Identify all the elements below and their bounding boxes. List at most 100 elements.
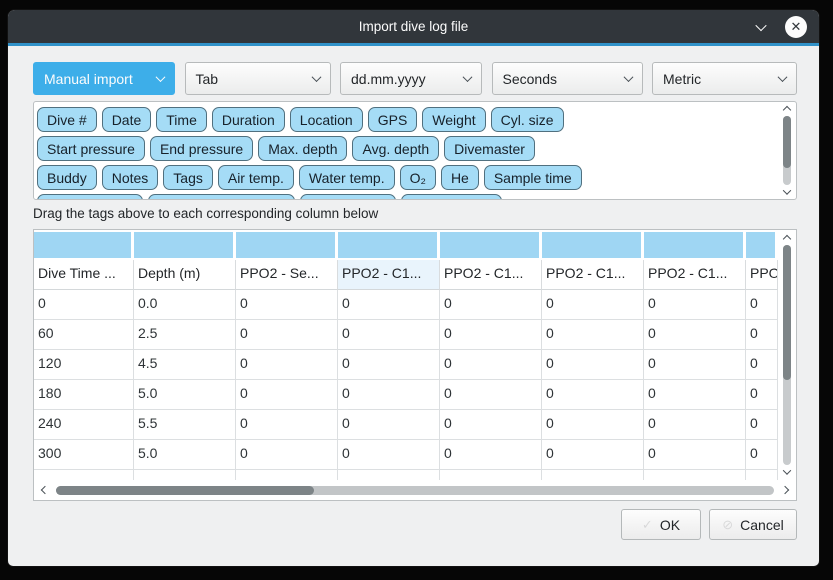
scrollbar-thumb[interactable] bbox=[783, 245, 791, 380]
cancel-button[interactable]: ⊘ Cancel bbox=[709, 509, 797, 540]
chevron-down-icon bbox=[463, 72, 473, 82]
tag-dive[interactable]: Dive # bbox=[37, 107, 97, 132]
drop-target-cell[interactable] bbox=[746, 232, 778, 258]
scroll-left-icon[interactable] bbox=[40, 486, 50, 495]
tag-sample-depth[interactable]: Sample depth bbox=[37, 194, 143, 200]
import-options-row: Manual import Tab dd.mm.yyyy Seconds Metric bbox=[33, 62, 797, 95]
tag-o[interactable]: O₂ bbox=[400, 165, 436, 190]
tag-time[interactable]: Time bbox=[156, 107, 207, 132]
window-shade-button[interactable] bbox=[753, 19, 769, 35]
tag-he[interactable]: He bbox=[441, 165, 479, 190]
table-row: 1805.0000000 bbox=[34, 380, 778, 410]
tag-avg-depth[interactable]: Avg. depth bbox=[352, 136, 439, 161]
tag-max-depth[interactable]: Max. depth bbox=[258, 136, 347, 161]
tag-tags[interactable]: Tags bbox=[163, 165, 213, 190]
scroll-down-icon[interactable] bbox=[782, 467, 792, 476]
table-cell bbox=[236, 470, 338, 480]
table-cell: 0 bbox=[644, 440, 746, 470]
tag-duration[interactable]: Duration bbox=[212, 107, 285, 132]
column-header[interactable]: PPO2 bbox=[746, 260, 778, 290]
tag-pane-vertical-scrollbar[interactable] bbox=[780, 105, 794, 196]
column-header[interactable]: PPO2 - C1... bbox=[542, 260, 644, 290]
tag-divemaster[interactable]: Divemaster bbox=[444, 136, 535, 161]
tag-cyl-size[interactable]: Cyl. size bbox=[491, 107, 564, 132]
scrollbar-track[interactable] bbox=[56, 486, 774, 495]
table-cell: 0 bbox=[542, 290, 644, 320]
table-horizontal-scrollbar[interactable] bbox=[34, 480, 796, 500]
tag-sample-po[interactable]: Sample pO₂ bbox=[300, 194, 395, 200]
table-cell: 0 bbox=[746, 410, 778, 440]
table-cell bbox=[338, 470, 440, 480]
column-header[interactable]: PPO2 - C1... bbox=[440, 260, 542, 290]
tag-sample-time[interactable]: Sample time bbox=[484, 165, 582, 190]
table-cell: 0 bbox=[440, 440, 542, 470]
combo-selected-value: dd.mm.yyyy bbox=[351, 71, 426, 87]
scroll-up-icon[interactable] bbox=[782, 234, 792, 243]
table-cell: 0.0 bbox=[134, 290, 236, 320]
scrollbar-track[interactable] bbox=[783, 116, 791, 185]
table-cell: 120 bbox=[34, 350, 134, 380]
scroll-right-icon[interactable] bbox=[780, 486, 790, 495]
date-format-select[interactable]: dd.mm.yyyy bbox=[340, 62, 482, 95]
header-row: Dive Time ...Depth (m)PPO2 - Se...PPO2 -… bbox=[34, 260, 778, 290]
tag-water-temp[interactable]: Water temp. bbox=[299, 165, 395, 190]
table-row: 3005.0000000 bbox=[34, 440, 778, 470]
column-header[interactable]: PPO2 - C1... bbox=[338, 260, 440, 290]
tag-sample-cns[interactable]: Sample CNS bbox=[401, 194, 502, 200]
tag-row: Sample depth Sample temperature Sample pO₂… bbox=[37, 194, 776, 200]
table-row: 1204.5000000 bbox=[34, 350, 778, 380]
scroll-up-icon[interactable] bbox=[782, 105, 792, 114]
table-cell: 0 bbox=[338, 440, 440, 470]
tag-row: Dive #DateTimeDurationLocationGPSWeightC… bbox=[37, 107, 776, 132]
import-type-select[interactable]: Manual import bbox=[33, 62, 175, 95]
dialog-button-row: ✓ OK ⊘ Cancel bbox=[33, 509, 797, 540]
column-header[interactable]: PPO2 - Se... bbox=[236, 260, 338, 290]
tag-start-pressure[interactable]: Start pressure bbox=[37, 136, 145, 161]
scrollbar-thumb[interactable] bbox=[56, 486, 314, 495]
drop-target-cell[interactable] bbox=[440, 232, 542, 258]
units-select[interactable]: Metric bbox=[652, 62, 797, 95]
drop-target-cell[interactable] bbox=[134, 232, 236, 258]
field-separator-select[interactable]: Tab bbox=[185, 62, 331, 95]
chevron-down-icon bbox=[156, 72, 166, 82]
tag-notes[interactable]: Notes bbox=[102, 165, 159, 190]
tag-date[interactable]: Date bbox=[102, 107, 152, 132]
tag-weight[interactable]: Weight bbox=[422, 107, 485, 132]
tag-air-temp[interactable]: Air temp. bbox=[218, 165, 294, 190]
drop-target-cell[interactable] bbox=[34, 232, 134, 258]
drop-target-cell[interactable] bbox=[542, 232, 644, 258]
column-header[interactable]: Depth (m) bbox=[134, 260, 236, 290]
drop-target-cell[interactable] bbox=[338, 232, 440, 258]
table-cell: 0 bbox=[236, 380, 338, 410]
scroll-down-icon[interactable] bbox=[782, 187, 792, 196]
tag-buddy[interactable]: Buddy bbox=[37, 165, 97, 190]
drop-target-cell[interactable] bbox=[236, 232, 338, 258]
scrollbar-thumb[interactable] bbox=[783, 116, 791, 168]
tag-end-pressure[interactable]: End pressure bbox=[150, 136, 253, 161]
table-cell: 0 bbox=[644, 320, 746, 350]
table-cell bbox=[746, 470, 778, 480]
ok-button[interactable]: ✓ OK bbox=[621, 509, 701, 540]
titlebar[interactable]: Import dive log file ✕ bbox=[8, 10, 819, 43]
column-header[interactable]: PPO2 - C1... bbox=[644, 260, 746, 290]
table-cell: 0 bbox=[644, 380, 746, 410]
combo-selected-value: Manual import bbox=[44, 71, 133, 87]
tag-gps[interactable]: GPS bbox=[368, 107, 418, 132]
chevron-down-icon bbox=[623, 72, 633, 82]
scrollbar-track[interactable] bbox=[783, 245, 791, 465]
tag-row: BuddyNotesTagsAir temp.Water temp.O₂HeSa… bbox=[37, 165, 776, 190]
combo-selected-value: Tab bbox=[196, 71, 219, 87]
table-cell: 180 bbox=[34, 380, 134, 410]
duration-format-select[interactable]: Seconds bbox=[492, 62, 643, 95]
column-header[interactable]: Dive Time ... bbox=[34, 260, 134, 290]
tag-location[interactable]: Location bbox=[290, 107, 363, 132]
table-cell: 0 bbox=[746, 440, 778, 470]
close-button[interactable]: ✕ bbox=[785, 16, 807, 38]
table-vertical-scrollbar[interactable] bbox=[778, 230, 796, 480]
cancel-button-label: Cancel bbox=[740, 517, 784, 533]
drop-target-cell[interactable] bbox=[644, 232, 746, 258]
table-cell: 0 bbox=[542, 350, 644, 380]
table-cell: 0 bbox=[746, 320, 778, 350]
table-cell: 0 bbox=[236, 320, 338, 350]
tag-sample-temperature[interactable]: Sample temperature bbox=[148, 194, 295, 200]
